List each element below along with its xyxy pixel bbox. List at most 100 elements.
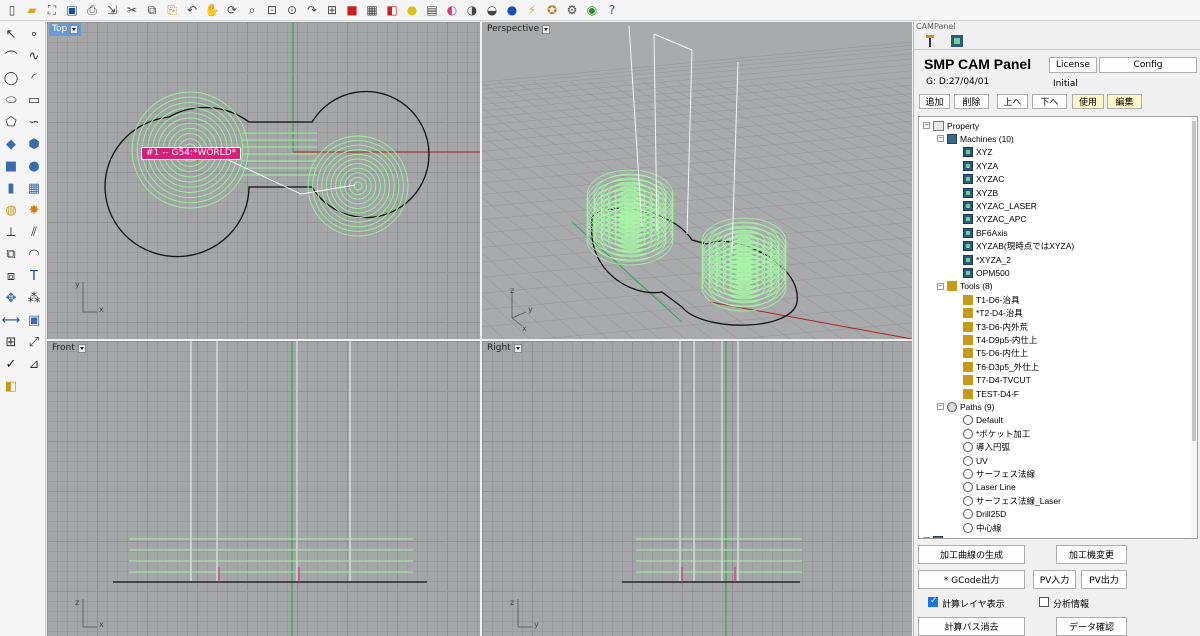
tree-machine-item[interactable]: XYZAC_APC bbox=[963, 213, 1027, 226]
tree-tools[interactable]: − Tools (8) bbox=[937, 280, 993, 293]
render-ball-icon[interactable]: ◉ bbox=[583, 1, 601, 19]
zoom-extents-icon[interactable]: ⛶ bbox=[43, 1, 61, 19]
viewport-menu-arrow-icon[interactable] bbox=[513, 344, 522, 353]
viewport-perspective-label[interactable]: Perspective bbox=[484, 23, 553, 36]
tree-paths[interactable]: − Paths (9) bbox=[937, 400, 995, 413]
join-icon[interactable]: ⧉ bbox=[1, 244, 21, 264]
cam-tree[interactable]: − Property − Machines (10) XYZ XYZA XYZAC XYZB X… bbox=[918, 116, 1198, 539]
polygon-icon[interactable]: ⬠ bbox=[1, 112, 21, 132]
polyline-icon[interactable]: ⌒ bbox=[1, 46, 21, 66]
layer-icon[interactable]: ◧ bbox=[383, 1, 401, 19]
new-file-icon[interactable]: ▯ bbox=[3, 1, 21, 19]
zoom-window-icon[interactable]: ⊡ bbox=[263, 1, 281, 19]
tree-machine-item[interactable]: XYZAB(現時点ではXYZA) bbox=[963, 240, 1074, 253]
viewport-menu-arrow-icon[interactable] bbox=[542, 25, 551, 34]
lightning-icon[interactable]: ⚡ bbox=[523, 1, 541, 19]
point-icon[interactable]: ∘ bbox=[24, 24, 44, 44]
tree-path-item[interactable]: サーフェス法線 bbox=[963, 467, 1035, 480]
dimension-icon[interactable]: ⟷ bbox=[1, 310, 21, 330]
boolean-icon[interactable]: ◍ bbox=[1, 200, 21, 220]
sphere-render-icon[interactable]: ◑ bbox=[463, 1, 481, 19]
tree-tool-item[interactable]: TEST-D4-F bbox=[963, 387, 1019, 400]
collapse-icon[interactable]: − bbox=[923, 122, 930, 129]
trim-icon[interactable]: ⟂ bbox=[1, 222, 21, 242]
tree-path-item[interactable]: 中心線 bbox=[963, 521, 1002, 534]
mesh-icon[interactable]: ▦ bbox=[24, 178, 44, 198]
undo-icon[interactable]: ↶ bbox=[183, 1, 201, 19]
zoom-icon[interactable]: ⌕ bbox=[243, 1, 261, 19]
calc-layer-checkbox[interactable] bbox=[928, 596, 938, 607]
tree-tool-item[interactable]: T7-D4-TVCUT bbox=[963, 374, 1031, 387]
rotate-view-icon[interactable]: ⟳ bbox=[223, 1, 241, 19]
rectangle-icon[interactable]: ▭ bbox=[24, 90, 44, 110]
viewport-front[interactable]: Front z x bbox=[47, 341, 480, 636]
help-icon[interactable]: ? bbox=[603, 1, 621, 19]
gear-icon[interactable]: ✪ bbox=[543, 1, 561, 19]
transform-icon[interactable]: ⤢ bbox=[24, 332, 44, 352]
ellipse-icon[interactable]: ⬭ bbox=[1, 90, 21, 110]
pv-input-button[interactable]: PV入力 bbox=[1033, 570, 1076, 589]
data-check-button[interactable]: データ確認 bbox=[1056, 617, 1127, 636]
change-machine-button[interactable]: 加工機変更 bbox=[1056, 545, 1127, 564]
edit-button[interactable]: 編集 bbox=[1107, 94, 1142, 109]
tree-scrollbar[interactable] bbox=[1191, 117, 1197, 538]
shaded-sphere-icon[interactable]: ◒ bbox=[483, 1, 501, 19]
light-icon[interactable]: ● bbox=[403, 1, 421, 19]
tree-scroll-thumb[interactable] bbox=[1192, 121, 1196, 441]
add-button[interactable]: 追加 bbox=[919, 94, 950, 109]
tree-path-item[interactable]: *ポケット加工 bbox=[963, 427, 1030, 440]
clear-calc-path-button[interactable]: 計算パス消去 bbox=[918, 617, 1025, 636]
analyze-icon[interactable]: ⊿ bbox=[24, 354, 44, 374]
save-icon[interactable]: ▣ bbox=[63, 1, 81, 19]
config-button[interactable]: Config bbox=[1099, 57, 1197, 73]
tree-machine-item[interactable]: XYZAC bbox=[963, 173, 1004, 186]
cylinder-icon[interactable]: ▮ bbox=[1, 178, 21, 198]
free-curve-icon[interactable]: ∽ bbox=[24, 112, 44, 132]
delete-button[interactable]: 削除 bbox=[954, 94, 989, 109]
properties-icon[interactable]: ▤ bbox=[423, 1, 441, 19]
extrude-icon[interactable]: ⬢ bbox=[24, 134, 44, 154]
copy-icon[interactable]: ⧉ bbox=[143, 1, 161, 19]
viewport-top[interactable]: Top #1 -- G54:*WORLD* y x bbox=[47, 22, 480, 339]
zoom-selected-icon[interactable]: ⊙ bbox=[283, 1, 301, 19]
move-icon[interactable]: ✥ bbox=[1, 288, 21, 308]
viewport-menu-arrow-icon[interactable] bbox=[77, 344, 86, 353]
split-icon[interactable]: ⫽ bbox=[24, 222, 44, 242]
tree-machine-item[interactable]: BF6Axis bbox=[963, 226, 1008, 239]
block-icon[interactable]: ▣ bbox=[24, 310, 44, 330]
tree-path-item[interactable]: UV bbox=[963, 454, 988, 467]
cut-icon[interactable]: ✂ bbox=[123, 1, 141, 19]
color-wheel-icon[interactable]: ◐ bbox=[443, 1, 461, 19]
panel-tab-machine[interactable] bbox=[948, 34, 966, 48]
select-arrow-icon[interactable]: ↖ bbox=[1, 24, 21, 44]
down-button[interactable]: 下へ bbox=[1032, 94, 1067, 109]
viewport-top-label[interactable]: Top bbox=[49, 23, 82, 36]
tree-machine-item[interactable]: OPM500 bbox=[963, 266, 1010, 279]
group-icon[interactable]: ⊞ bbox=[1, 332, 21, 352]
use-button[interactable]: 使用 bbox=[1072, 94, 1104, 109]
box-icon[interactable]: ■ bbox=[1, 156, 21, 176]
collapse-icon[interactable]: − bbox=[937, 403, 944, 411]
offset-icon[interactable]: ⧈ bbox=[1, 266, 21, 286]
arc-icon[interactable]: ◜ bbox=[24, 68, 44, 88]
sphere-icon[interactable]: ● bbox=[24, 156, 44, 176]
array-icon[interactable]: ⁂ bbox=[24, 288, 44, 308]
viewport-front-label[interactable]: Front bbox=[49, 342, 89, 355]
viewport-menu-arrow-icon[interactable] bbox=[70, 25, 79, 34]
open-folder-icon[interactable]: ▰ bbox=[23, 1, 41, 19]
tree-cam-output[interactable]: − CAM Output bbox=[923, 534, 993, 538]
grid-icon[interactable]: ▦ bbox=[363, 1, 381, 19]
curve-icon[interactable]: ∿ bbox=[24, 46, 44, 66]
pv-output-button[interactable]: PV出力 bbox=[1081, 570, 1127, 589]
settings-icon[interactable]: ⚙ bbox=[563, 1, 581, 19]
car-icon[interactable]: ■ bbox=[343, 1, 361, 19]
tree-tool-item[interactable]: T1-D6-治具 bbox=[963, 293, 1019, 306]
tree-path-item[interactable]: サーフェス法線_Laser bbox=[963, 494, 1061, 507]
up-button[interactable]: 上へ bbox=[997, 94, 1028, 109]
circle-icon[interactable]: ◯ bbox=[1, 68, 21, 88]
license-button[interactable]: License bbox=[1049, 57, 1097, 73]
tree-machines[interactable]: − Machines (10) bbox=[937, 132, 1014, 145]
import-icon[interactable]: ⇲ bbox=[103, 1, 121, 19]
surface-icon[interactable]: ◆ bbox=[1, 134, 21, 154]
tree-machine-item[interactable]: XYZA bbox=[963, 159, 998, 172]
